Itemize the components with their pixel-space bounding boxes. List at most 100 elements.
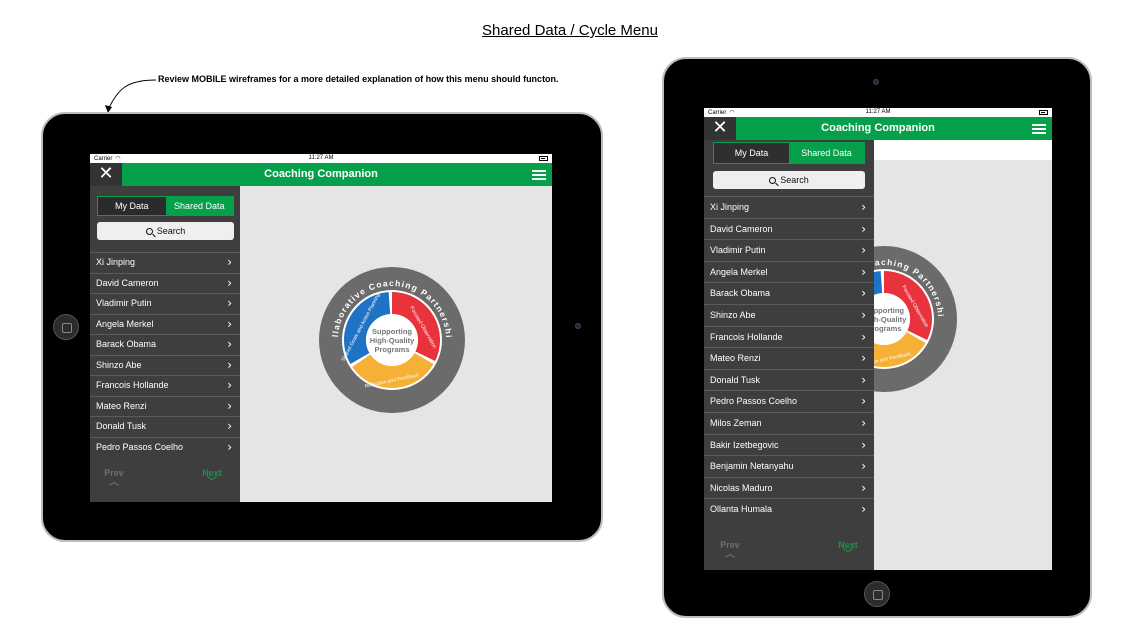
tablet-landscape: Carrier ◠ 11:27 AM ✕ Coaching Companion M…: [41, 112, 603, 542]
list-item[interactable]: Xi Jinping ›: [704, 196, 874, 218]
pager: Prev ︿ Next ﹀: [704, 540, 874, 566]
app-title: Coaching Companion: [821, 122, 935, 134]
list-item-label: Barack Obama: [710, 288, 771, 299]
list-item-label: Angela Merkel: [96, 318, 154, 329]
search-icon: [145, 228, 153, 235]
cycle-wheel-graphic: Collaborative Coaching Partnerships Supp…: [314, 258, 465, 413]
hamburger-menu-icon[interactable]: [1032, 124, 1046, 134]
list-item-label: David Cameron: [96, 277, 159, 288]
list-item[interactable]: Xi Jinping ›: [90, 252, 240, 273]
list-item[interactable]: Benjamin Netanyahu ›: [704, 455, 874, 477]
coaching-cycle-wheel[interactable]: Collaborative Coaching Partnerships Supp…: [314, 258, 466, 414]
chevron-right-icon: ›: [227, 378, 232, 392]
home-button[interactable]: [864, 581, 890, 607]
prev-button[interactable]: Prev ︿: [718, 540, 742, 560]
list-item[interactable]: Mateo Renzi ›: [704, 347, 874, 369]
page-title: Shared Data / Cycle Menu: [482, 22, 658, 39]
list-item[interactable]: Pedro Passos Coelho ›: [704, 390, 874, 412]
search-button[interactable]: Search: [97, 222, 234, 240]
chevron-right-icon: ›: [861, 502, 866, 517]
tab-my-data[interactable]: My Data: [714, 143, 789, 163]
chevron-right-icon: ›: [861, 437, 866, 452]
tab-my-data[interactable]: My Data: [98, 197, 166, 215]
home-button[interactable]: [53, 314, 79, 340]
chevron-right-icon: ›: [227, 337, 232, 351]
hamburger-menu-icon[interactable]: [532, 170, 546, 180]
list-item-label: Shinzo Abe: [96, 359, 142, 370]
chevron-right-icon: ›: [861, 415, 866, 430]
app-title: Coaching Companion: [264, 168, 378, 180]
list-item-label: Bakir Izetbegovic: [710, 439, 779, 450]
clock: 11:27 AM: [865, 109, 891, 115]
list-item-label: Angela Merkel: [710, 266, 768, 277]
camera-dot: [575, 323, 581, 329]
list-item-label: Shinzo Abe: [710, 309, 756, 320]
app-header: ✕ Coaching Companion: [704, 117, 1052, 140]
list-item[interactable]: Barack Obama ›: [90, 334, 240, 355]
tablet-portrait: Carrier◠ 11:27 AM ✕ Coaching Companion C…: [662, 57, 1092, 618]
search-button[interactable]: Search: [713, 171, 865, 189]
chevron-right-icon: ›: [861, 351, 866, 366]
list-item-label: Pedro Passos Coelho: [96, 441, 184, 452]
list-item-label: Xi Jinping: [710, 202, 750, 212]
next-button[interactable]: Next ﹀: [836, 540, 860, 560]
people-list: Xi Jinping › David Cameron › Vladimir Putin ›…: [90, 252, 240, 457]
list-item-label: Xi Jinping: [96, 257, 136, 267]
battery-icon: [539, 156, 548, 161]
list-item-label: Donald Tusk: [96, 421, 147, 431]
svg-text:High-Quality: High-Quality: [370, 336, 415, 345]
list-item[interactable]: Pedro Passos Coelho ›: [90, 436, 240, 458]
tab-shared-data[interactable]: Shared Data: [165, 197, 233, 215]
prev-button[interactable]: Prev ︿: [102, 468, 126, 488]
list-item[interactable]: David Cameron ›: [704, 217, 874, 240]
list-item[interactable]: Bakir Izetbegovic ›: [704, 433, 874, 456]
list-item-label: Donald Tusk: [710, 374, 761, 385]
list-item[interactable]: Shinzo Abe ›: [90, 354, 240, 376]
chevron-right-icon: ›: [227, 419, 232, 433]
list-item[interactable]: Milos Zeman ›: [704, 411, 874, 434]
list-item[interactable]: Francois Hollande ›: [90, 375, 240, 396]
list-item[interactable]: Ollanta Humala ›: [704, 498, 874, 520]
list-item[interactable]: David Cameron ›: [90, 272, 240, 294]
search-icon: [769, 177, 777, 184]
list-item-label: Benjamin Netanyahu: [710, 461, 794, 472]
list-item[interactable]: Angela Merkel ›: [704, 260, 874, 283]
tab-shared-data[interactable]: Shared Data: [789, 143, 864, 163]
camera-dot: [873, 79, 879, 85]
chevron-right-icon: ›: [861, 221, 866, 236]
chevron-right-icon: ›: [861, 243, 866, 258]
list-item[interactable]: Vladimir Putin ›: [704, 239, 874, 261]
list-item[interactable]: Barack Obama ›: [704, 282, 874, 304]
annotation-note: Review MOBILE wireframes for a more deta…: [158, 74, 559, 84]
status-bar: Carrier ◠ 11:27 AM: [90, 154, 552, 163]
main-content: Collaborative Coaching Partnerships Supp…: [240, 186, 552, 502]
list-item-label: Vladimir Putin: [710, 245, 766, 256]
chevron-right-icon: ›: [227, 255, 232, 269]
data-toggle: My Data Shared Data: [97, 196, 234, 216]
list-item-label: Pedro Passos Coelho: [710, 396, 798, 407]
list-item-label: Barack Obama: [96, 339, 157, 349]
chevron-right-icon: ›: [861, 394, 866, 409]
list-item[interactable]: Donald Tusk ›: [704, 368, 874, 391]
chevron-right-icon: ›: [861, 264, 866, 279]
list-item[interactable]: Francois Hollande ›: [704, 325, 874, 348]
battery-icon: [1039, 110, 1048, 115]
sidebar: My Data Shared Data Search Xi Jinping › Da…: [90, 186, 240, 502]
list-item-label: Francois Hollande: [710, 331, 783, 342]
chevron-right-icon: ›: [861, 200, 866, 214]
list-item[interactable]: Nicolas Maduro ›: [704, 476, 874, 499]
svg-text:Supporting: Supporting: [372, 327, 412, 336]
list-item-label: Milos Zeman: [710, 417, 762, 428]
chevron-right-icon: ›: [227, 316, 232, 331]
chevron-right-icon: ›: [227, 275, 232, 290]
list-item[interactable]: Mateo Renzi ›: [90, 395, 240, 417]
next-button[interactable]: Next ﹀: [200, 468, 224, 488]
list-item-label: Mateo Renzi: [710, 353, 761, 364]
list-item[interactable]: Donald Tusk ›: [90, 416, 240, 437]
svg-text:Programs: Programs: [374, 345, 409, 354]
chevron-right-icon: ›: [227, 296, 232, 310]
pager: Prev ︿ Next ﹀: [90, 468, 240, 494]
list-item[interactable]: Shinzo Abe ›: [704, 303, 874, 326]
list-item[interactable]: Vladimir Putin ›: [90, 293, 240, 314]
list-item[interactable]: Angela Merkel ›: [90, 313, 240, 335]
